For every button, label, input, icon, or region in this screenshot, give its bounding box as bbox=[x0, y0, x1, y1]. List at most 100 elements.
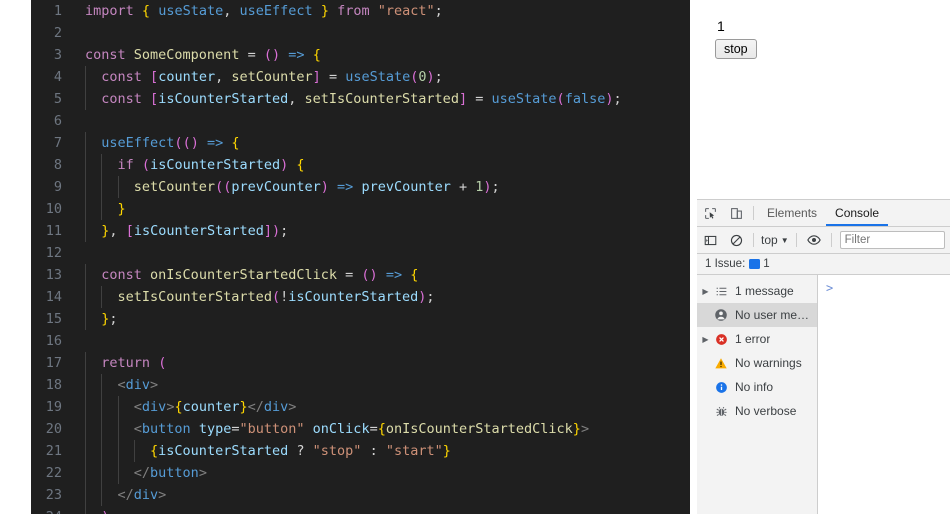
console-sidebar-item-no-user-me[interactable]: No user me… bbox=[697, 303, 817, 327]
code-line[interactable]: 13 const onIsCounterStartedClick = () =>… bbox=[31, 264, 690, 286]
code-line[interactable]: 12 bbox=[31, 242, 690, 264]
code-line[interactable]: 10 } bbox=[31, 198, 690, 220]
code-line[interactable]: 7 useEffect(() => { bbox=[31, 132, 690, 154]
code-line[interactable]: 8 if (isCounterStarted) { bbox=[31, 154, 690, 176]
code-text: const SomeComponent = () => { bbox=[85, 47, 321, 63]
line-number: 22 bbox=[45, 465, 62, 481]
preview-toggle-button[interactable]: stop bbox=[715, 39, 757, 59]
user-icon bbox=[712, 306, 730, 324]
warning-icon bbox=[712, 354, 730, 372]
code-text: const [counter, setCounter] = useState(0… bbox=[101, 69, 443, 85]
code-line[interactable]: 15 }; bbox=[31, 308, 690, 330]
code-line[interactable]: 22 </button> bbox=[31, 462, 690, 484]
line-number: 13 bbox=[45, 267, 62, 283]
line-number: 5 bbox=[53, 91, 62, 107]
code-text: import { useState, useEffect } from "rea… bbox=[85, 3, 443, 19]
code-line[interactable]: 9 setCounter((prevCounter) => prevCounte… bbox=[31, 176, 690, 198]
code-text: }; bbox=[101, 311, 118, 327]
device-toolbar-icon[interactable] bbox=[723, 200, 749, 226]
code-text: <div>{counter}</div> bbox=[133, 399, 297, 415]
line-number: 8 bbox=[53, 157, 62, 173]
console-sidebar[interactable]: ▶ 1 message No user me… ▶ 1 error No warnings… bbox=[697, 275, 818, 514]
code-line[interactable]: 21 {isCounterStarted ? "stop" : "start"} bbox=[31, 440, 690, 462]
console-sidebar-toggle-icon[interactable] bbox=[697, 227, 723, 253]
filterbar-divider-1 bbox=[753, 233, 754, 247]
issues-label: 1 Issue: bbox=[705, 258, 746, 270]
code-editor[interactable]: 1 import { useState, useEffect } from "re… bbox=[31, 0, 690, 514]
editor-scrollbar[interactable] bbox=[690, 0, 697, 514]
live-expression-icon[interactable] bbox=[801, 227, 827, 253]
issues-count: 1 bbox=[763, 258, 770, 270]
chevron-down-icon: ▼ bbox=[780, 235, 789, 245]
code-line[interactable]: 1 import { useState, useEffect } from "re… bbox=[31, 0, 690, 22]
list-icon bbox=[712, 282, 730, 300]
line-number: 20 bbox=[45, 421, 62, 437]
code-line[interactable]: 18 <div> bbox=[31, 374, 690, 396]
console-sidebar-item-no-warnings[interactable]: No warnings bbox=[697, 351, 817, 375]
line-number: 18 bbox=[45, 377, 62, 393]
code-line[interactable]: 24 ); bbox=[31, 506, 690, 514]
line-number: 6 bbox=[53, 113, 62, 129]
toolbar-divider bbox=[753, 206, 754, 220]
line-number: 14 bbox=[45, 289, 62, 305]
code-text: return ( bbox=[101, 355, 167, 371]
console-sidebar-item-label: 1 message bbox=[735, 284, 794, 298]
console-filter-input[interactable] bbox=[839, 231, 945, 249]
code-line[interactable]: 23 </div> bbox=[31, 484, 690, 506]
preview-counter-value: 1 bbox=[717, 18, 725, 34]
issues-bar[interactable]: 1 Issue: 1 bbox=[697, 254, 950, 275]
console-context-label: top bbox=[761, 233, 778, 247]
code-text: } bbox=[117, 201, 126, 217]
line-number: 19 bbox=[45, 399, 62, 415]
code-line[interactable]: 19 <div>{counter}</div> bbox=[31, 396, 690, 418]
console-sidebar-item-label: No info bbox=[735, 380, 774, 394]
issues-chip: 1 bbox=[749, 258, 770, 270]
expand-arrow-icon[interactable]: ▶ bbox=[699, 287, 712, 296]
console-sidebar-item-1-message[interactable]: ▶ 1 message bbox=[697, 279, 817, 303]
code-line[interactable]: 16 bbox=[31, 330, 690, 352]
code-line[interactable]: 3 const SomeComponent = () => { bbox=[31, 44, 690, 66]
code-text: setIsCounterStarted(!isCounterStarted); bbox=[117, 289, 435, 305]
code-text: <button type="button" onClick={onIsCount… bbox=[133, 421, 590, 437]
tab-elements[interactable]: Elements bbox=[758, 201, 826, 226]
line-number: 1 bbox=[53, 3, 62, 19]
line-number: 16 bbox=[45, 333, 62, 349]
code-line[interactable]: 6 bbox=[31, 110, 690, 132]
code-line[interactable]: 4 const [counter, setCounter] = useState… bbox=[31, 66, 690, 88]
console-context-selector[interactable]: top ▼ bbox=[758, 233, 792, 247]
code-text: const [isCounterStarted, setIsCounterSta… bbox=[101, 91, 622, 107]
code-text: const onIsCounterStartedClick = () => { bbox=[101, 267, 419, 283]
inspect-element-icon[interactable] bbox=[697, 200, 723, 226]
code-line[interactable]: 11 }, [isCounterStarted]); bbox=[31, 220, 690, 242]
tab-console[interactable]: Console bbox=[826, 201, 888, 226]
console-sidebar-item-no-verbose[interactable]: No verbose bbox=[697, 399, 817, 423]
code-line[interactable]: 2 bbox=[31, 22, 690, 44]
console-sidebar-item-1-error[interactable]: ▶ 1 error bbox=[697, 327, 817, 351]
console-body: ▶ 1 message No user me… ▶ 1 error No warnings… bbox=[697, 275, 950, 514]
clear-console-icon[interactable] bbox=[723, 227, 749, 253]
code-line[interactable]: 5 const [isCounterStarted, setIsCounterS… bbox=[31, 88, 690, 110]
code-text: </div> bbox=[117, 487, 167, 503]
line-number: 3 bbox=[53, 47, 62, 63]
verbose-bug-icon bbox=[712, 402, 730, 420]
code-line[interactable]: 14 setIsCounterStarted(!isCounterStarted… bbox=[31, 286, 690, 308]
line-number: 11 bbox=[45, 223, 62, 239]
code-text: useEffect(() => { bbox=[101, 135, 240, 151]
code-text: setCounter((prevCounter) => prevCounter … bbox=[133, 179, 500, 195]
code-lines[interactable]: 1 import { useState, useEffect } from "re… bbox=[31, 0, 690, 514]
line-number: 12 bbox=[45, 245, 62, 261]
code-text: if (isCounterStarted) { bbox=[117, 157, 305, 173]
line-number: 17 bbox=[45, 355, 62, 371]
error-icon bbox=[712, 330, 730, 348]
line-number: 23 bbox=[45, 487, 62, 503]
code-line[interactable]: 17 return ( bbox=[31, 352, 690, 374]
code-text: ); bbox=[85, 506, 117, 514]
expand-arrow-icon[interactable]: ▶ bbox=[699, 335, 712, 344]
console-output[interactable]: > bbox=[818, 275, 950, 514]
console-sidebar-item-label: No verbose bbox=[735, 404, 797, 418]
line-number: 9 bbox=[53, 179, 62, 195]
line-number: 10 bbox=[45, 201, 62, 217]
console-sidebar-item-no-info[interactable]: No info bbox=[697, 375, 817, 399]
code-line[interactable]: 20 <button type="button" onClick={onIsCo… bbox=[31, 418, 690, 440]
app-window: 1 import { useState, useEffect } from "re… bbox=[0, 0, 950, 514]
